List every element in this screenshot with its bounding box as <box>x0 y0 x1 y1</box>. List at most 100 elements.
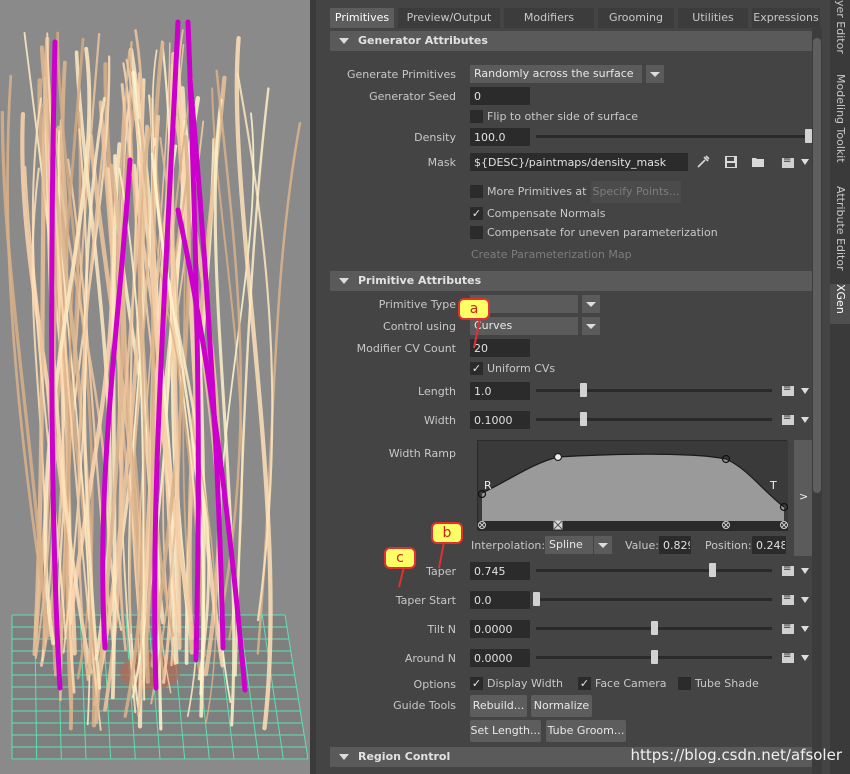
taper-start-slider-track[interactable] <box>536 598 772 601</box>
collapse-arrow-icon <box>339 754 349 760</box>
side-tab-attribute-editor[interactable]: Attribute Editor <box>830 186 850 276</box>
tube-groom-button[interactable]: Tube Groom... <box>546 720 626 742</box>
chevron-down-icon[interactable] <box>801 388 809 394</box>
chevron-down-icon[interactable] <box>801 417 809 423</box>
control-using-label: Control using <box>383 320 456 333</box>
create-parameterization-map-button[interactable]: Create Parameterization Map <box>471 248 632 261</box>
uniform-cvs-checkbox[interactable]: ✓ <box>470 362 483 375</box>
tab-primitives[interactable]: Primitives <box>330 8 394 28</box>
map-menu-icon[interactable] <box>782 155 796 169</box>
scrollbar-thumb[interactable] <box>813 38 821 493</box>
generate-primitives-dropdown[interactable]: Randomly across the surface <box>470 65 642 83</box>
section-primitive-attributes[interactable]: Primitive Attributes <box>330 271 820 291</box>
side-tab-xgen[interactable]: XGen <box>830 284 850 324</box>
chevron-down-icon[interactable] <box>801 159 809 165</box>
tilt-n-field[interactable]: 0.0000 <box>470 620 530 638</box>
ramp-position-field[interactable]: 0.248 <box>752 536 786 554</box>
tab-modifiers[interactable]: Modifiers <box>504 8 594 28</box>
chevron-down-icon[interactable] <box>582 295 600 313</box>
tab-utilities[interactable]: Utilities <box>678 8 748 28</box>
callout-b-pointer <box>438 542 445 569</box>
map-menu-icon[interactable] <box>782 621 796 635</box>
primitive-type-label: Primitive Type <box>378 298 456 311</box>
tube-shade-label: Tube Shade <box>695 677 759 690</box>
taper-slider-handle[interactable] <box>708 563 716 577</box>
length-field[interactable]: 1.0 <box>470 382 530 400</box>
tilt-n-slider-handle[interactable] <box>651 621 658 635</box>
density-slider-handle[interactable] <box>805 129 812 143</box>
display-width-checkbox[interactable]: ✓ <box>470 677 483 690</box>
width-slider-track[interactable] <box>536 418 772 421</box>
callout-a: a <box>458 298 490 320</box>
chevron-down-icon[interactable] <box>646 65 664 83</box>
rebuild-button[interactable]: Rebuild... <box>470 695 527 717</box>
around-n-label: Around N <box>404 652 456 665</box>
width-field[interactable]: 0.1000 <box>470 411 530 429</box>
face-camera-checkbox[interactable]: ✓ <box>578 677 591 690</box>
specify-points-button[interactable]: Specify Points... <box>591 181 681 203</box>
map-menu-icon[interactable] <box>782 592 796 606</box>
chevron-down-icon[interactable] <box>582 317 600 335</box>
more-primitives-checkbox[interactable] <box>470 185 483 198</box>
display-width-label: Display Width <box>487 677 564 690</box>
flip-side-label: Flip to other side of surface <box>487 110 639 123</box>
chevron-down-icon[interactable] <box>594 536 612 554</box>
density-slider-track[interactable] <box>536 135 812 138</box>
map-menu-icon[interactable] <box>782 563 796 577</box>
ramp-point-selected <box>553 452 563 462</box>
map-menu-icon[interactable] <box>782 412 796 426</box>
panel-scrollbar[interactable] <box>812 28 822 774</box>
side-tab-layer-editor[interactable]: yer Editor <box>830 0 850 62</box>
folder-icon[interactable] <box>751 155 765 169</box>
interpolation-dropdown[interactable]: Spline <box>545 536 593 554</box>
side-tab-strip: yer Editor Modeling Toolkit Attribute Ed… <box>830 0 850 774</box>
chevron-down-icon[interactable] <box>801 626 809 632</box>
side-tab-modeling-toolkit[interactable]: Modeling Toolkit <box>830 74 850 178</box>
length-slider-track[interactable] <box>536 389 772 392</box>
mask-path-field[interactable]: ${DESC}/paintmaps/density_mask <box>470 153 688 171</box>
width-ramp-editor[interactable]: R T <box>477 440 789 531</box>
expand-arrow-icon: > <box>799 490 809 503</box>
map-menu-icon[interactable] <box>782 383 796 397</box>
generate-primitives-label: Generate Primitives <box>346 68 456 81</box>
taper-start-field[interactable]: 0.0 <box>470 591 530 609</box>
density-field[interactable]: 100.0 <box>470 128 530 146</box>
taper-start-label: Taper Start <box>395 594 456 607</box>
more-primitives-label: More Primitives at <box>487 185 587 198</box>
chevron-down-icon[interactable] <box>801 568 809 574</box>
set-length-button[interactable]: Set Length... <box>470 720 541 742</box>
hair-viewport-render <box>0 19 309 760</box>
compensate-normals-checkbox[interactable]: ✓ <box>470 207 483 220</box>
flip-side-checkbox[interactable] <box>470 110 483 123</box>
ramp-expand-button[interactable]: > <box>794 440 812 556</box>
save-icon[interactable] <box>724 155 738 169</box>
section-generator-attributes[interactable]: Generator Attributes <box>330 31 820 51</box>
generator-seed-field[interactable]: 0 <box>470 87 530 105</box>
chevron-down-icon[interactable] <box>801 597 809 603</box>
collapse-arrow-icon <box>339 38 349 44</box>
tab-expressions[interactable]: Expressions <box>752 8 820 28</box>
around-n-slider-handle[interactable] <box>651 650 658 664</box>
length-slider-handle[interactable] <box>580 383 588 397</box>
map-menu-icon[interactable] <box>782 650 796 664</box>
taper-start-slider-handle[interactable] <box>533 592 540 606</box>
taper-slider-track[interactable] <box>536 569 772 572</box>
paint-brush-icon[interactable] <box>696 155 710 169</box>
width-slider-handle[interactable] <box>580 412 588 426</box>
density-label: Density <box>414 131 456 144</box>
around-n-field[interactable]: 0.0000 <box>470 649 530 667</box>
viewport[interactable] <box>0 0 310 774</box>
normalize-button[interactable]: Normalize <box>531 695 592 717</box>
section-title: Region Control <box>358 750 451 763</box>
chevron-down-icon[interactable] <box>801 655 809 661</box>
compensate-uneven-checkbox[interactable] <box>470 226 483 239</box>
tab-grooming[interactable]: Grooming <box>598 8 674 28</box>
compensate-normals-label: Compensate Normals <box>487 207 606 220</box>
ramp-value-field[interactable]: 0.829 <box>659 536 691 554</box>
collapse-arrow-icon <box>339 278 349 284</box>
tab-preview-output[interactable]: Preview/Output <box>398 8 500 28</box>
generator-seed-label: Generator Seed <box>369 90 456 103</box>
tube-shade-checkbox[interactable] <box>678 677 691 690</box>
options-label: Options <box>413 678 456 691</box>
taper-field[interactable]: 0.745 <box>470 562 530 580</box>
